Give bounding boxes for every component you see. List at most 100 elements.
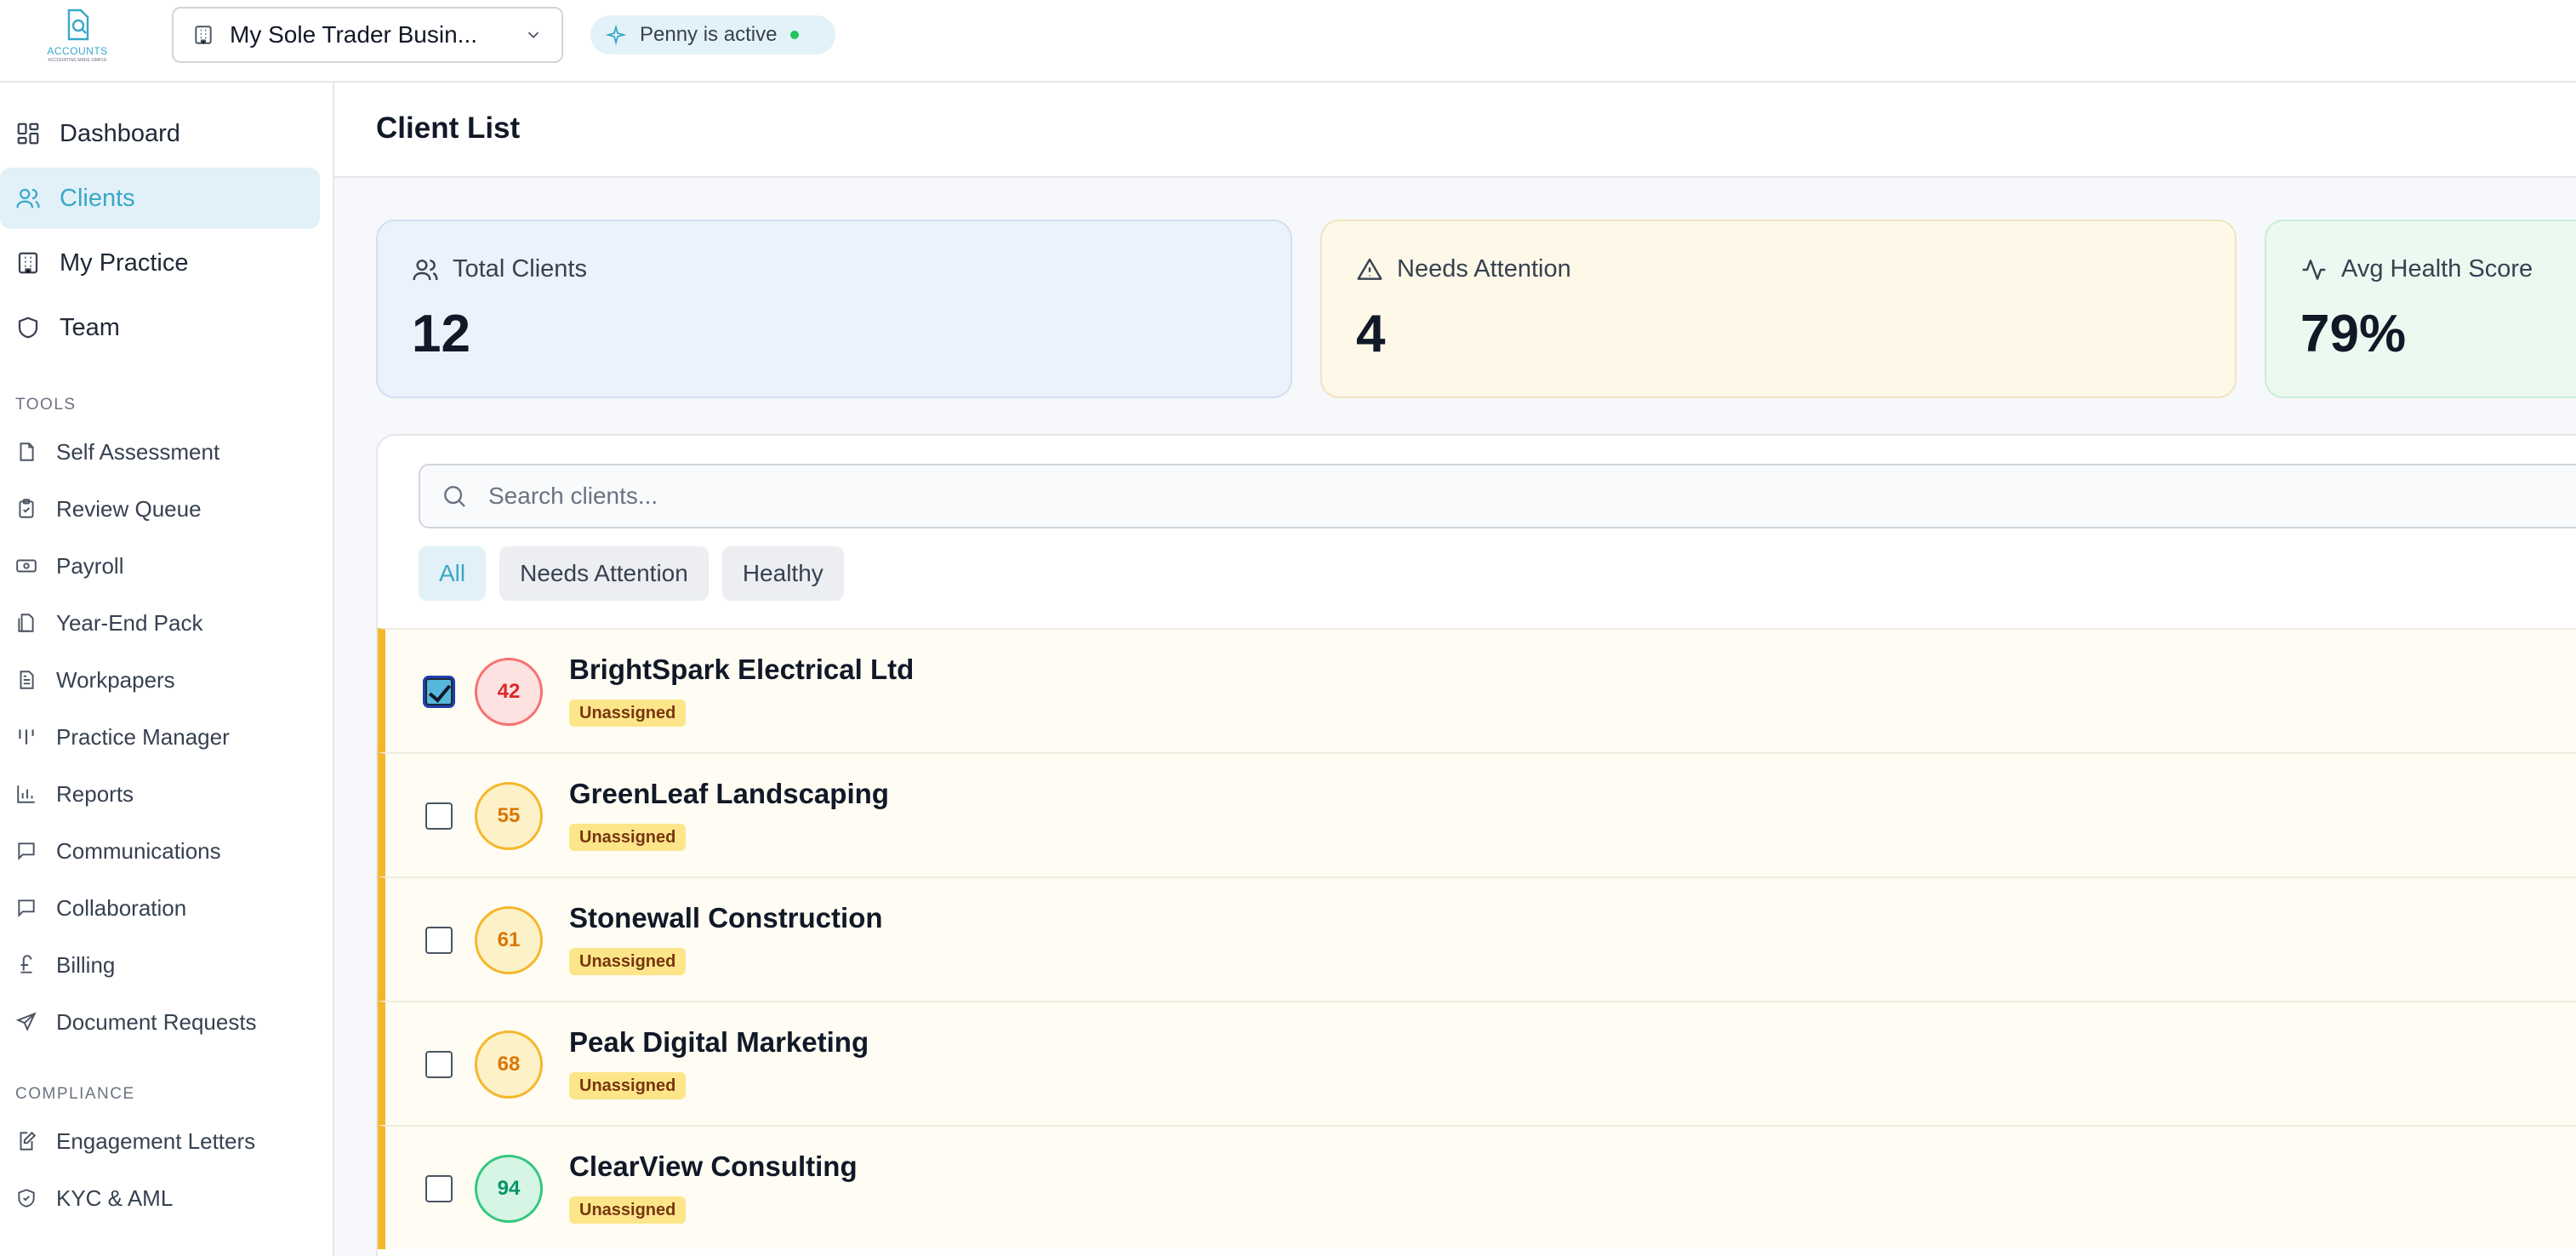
client-row[interactable]: 61 Stonewall Construction Unassigned [378,876,2576,1001]
search-input[interactable] [488,482,1764,510]
shield-check-icon [18,1189,35,1207]
send-icon [15,1012,37,1032]
client-row[interactable]: 94 ClearView Consulting Unassigned [378,1125,2576,1249]
client-row[interactable]: 55 GreenLeaf Landscaping Unassigned [378,752,2576,876]
page-header: Client List [334,83,2576,178]
sidebar-item-engagement-letters[interactable]: Engagement Letters [0,1116,320,1167]
penny-status-text: Penny is active [640,23,778,46]
chevron-down-icon [527,31,539,39]
row-checkbox[interactable] [425,1051,453,1078]
message-icon [18,842,35,861]
sidebar-item-collaboration[interactable]: Collaboration [0,882,320,933]
client-name[interactable]: Peak Digital Marketing [569,1026,869,1059]
stat-label: Avg Health Score [2341,255,2533,283]
main-content: Client List Total Clients 12 Needs Atten… [334,83,2576,1256]
health-score-badge: 42 [475,658,543,726]
row-checkbox[interactable] [425,1175,453,1202]
app-logo[interactable]: ACCOUNTS ACCOUNTING MADE SIMPLE [39,7,116,65]
sidebar-item-my-practice[interactable]: My Practice [0,232,320,294]
client-name[interactable]: Stonewall Construction [569,902,883,934]
health-score-badge: 68 [475,1030,543,1099]
client-list-panel: All Needs Attention Healthy 42 BrightSpa… [376,434,2576,1256]
page-title: Client List [376,111,521,145]
filter-needs-attention[interactable]: Needs Attention [499,546,709,601]
document-icon [20,442,34,461]
client-name[interactable]: GreenLeaf Landscaping [569,778,889,810]
client-name[interactable]: BrightSpark Electrical Ltd [569,654,914,686]
row-checkbox[interactable] [425,678,453,705]
logo-text: ACCOUNTS [47,45,108,57]
users-icon [413,259,438,280]
file-text-icon [20,671,34,689]
health-score-badge: 55 [475,782,543,850]
filter-tabs: All Needs Attention Healthy [419,546,858,601]
sparkle-icon [606,25,626,45]
business-select[interactable]: My Sole Trader Busin... [172,7,563,63]
activity-icon [2302,259,2326,280]
sidebar-item-workpapers[interactable]: Workpapers [0,654,320,705]
shield-icon [18,317,38,339]
tools-heading: TOOLS [15,396,77,414]
compliance-heading: COMPLIANCE [15,1085,135,1103]
sidebar-item-label: KYC & AML [56,1185,174,1211]
building-icon [18,252,38,274]
search-box[interactable] [419,464,2576,528]
sidebar-item-document-requests[interactable]: Document Requests [0,996,320,1048]
sidebar-item-clients[interactable]: Clients [0,168,320,229]
sidebar-item-label: Year-End Pack [56,609,203,636]
health-score-badge: 61 [475,906,543,974]
stat-value: 12 [412,305,470,363]
assignment-tag: Unassigned [569,824,687,851]
assignment-tag: Unassigned [569,948,687,975]
sidebar-item-label: My Practice [60,248,189,277]
sidebar-item-label: Clients [60,184,135,212]
sidebar-item-practice-manager[interactable]: Practice Manager [0,711,320,762]
warning-icon [1357,258,1382,280]
sidebar-item-label: Team [60,313,120,341]
sidebar-item-label: Engagement Letters [56,1128,256,1154]
sidebar-item-reports[interactable]: Reports [0,768,320,819]
stat-card-avg-health-score[interactable]: Avg Health Score 79% [2265,220,2576,398]
sidebar-item-label: Billing [56,951,116,978]
filter-healthy[interactable]: Healthy [721,546,844,601]
file-pen-icon [20,1131,37,1150]
stat-label: Total Clients [453,255,587,283]
stat-value: 79% [2300,305,2407,363]
assignment-tag: Unassigned [569,1072,687,1099]
sidebar-item-label: Reports [56,780,134,807]
sidebar-item-label: Document Requests [56,1008,257,1035]
sidebar-item-dashboard[interactable]: Dashboard [0,103,320,164]
sidebar-item-billing[interactable]: Billing [0,939,320,991]
sidebar-item-label: Practice Manager [56,723,230,750]
assignment-tag: Unassigned [569,699,687,727]
sidebar-item-kyc-aml[interactable]: KYC & AML [0,1173,320,1224]
kanban-icon [19,729,34,745]
client-row[interactable]: 68 Peak Digital Marketing Unassigned [378,1001,2576,1125]
chat-icon [18,899,35,918]
building-icon [195,26,212,44]
sidebar-item-label: Dashboard [60,119,180,147]
row-checkbox[interactable] [425,802,453,830]
row-checkbox[interactable] [425,927,453,954]
filter-all[interactable]: All [419,546,487,601]
banknote-icon [16,559,37,573]
sidebar-item-year-end-pack[interactable]: Year-End Pack [0,597,320,648]
sidebar-item-communications[interactable]: Communications [0,825,320,876]
sidebar-item-team[interactable]: Team [0,297,320,358]
client-name[interactable]: ClearView Consulting [569,1150,858,1183]
sidebar-item-review-queue[interactable]: Review Queue [0,483,320,534]
client-row[interactable]: 42 BrightSpark Electrical Ltd Unassigned [378,628,2576,752]
sidebar-item-label: Payroll [56,552,124,579]
sidebar-item-self-assessment[interactable]: Self Assessment [0,426,320,477]
health-score-badge: 94 [475,1155,543,1223]
sidebar-item-label: Self Assessment [56,438,220,465]
sidebar-item-label: Review Queue [56,495,202,522]
stat-card-needs-attention[interactable]: Needs Attention 4 [1320,220,2237,398]
business-select-value: My Sole Trader Busin... [230,21,478,48]
stat-card-total-clients[interactable]: Total Clients 12 [376,220,1292,398]
penny-status-badge[interactable]: Penny is active [590,15,835,54]
stat-label: Needs Attention [1397,255,1571,283]
top-bar: ACCOUNTS ACCOUNTING MADE SIMPLE My Sole … [0,0,2576,83]
assignment-tag: Unassigned [569,1196,687,1224]
sidebar-item-payroll[interactable]: Payroll [0,540,320,591]
